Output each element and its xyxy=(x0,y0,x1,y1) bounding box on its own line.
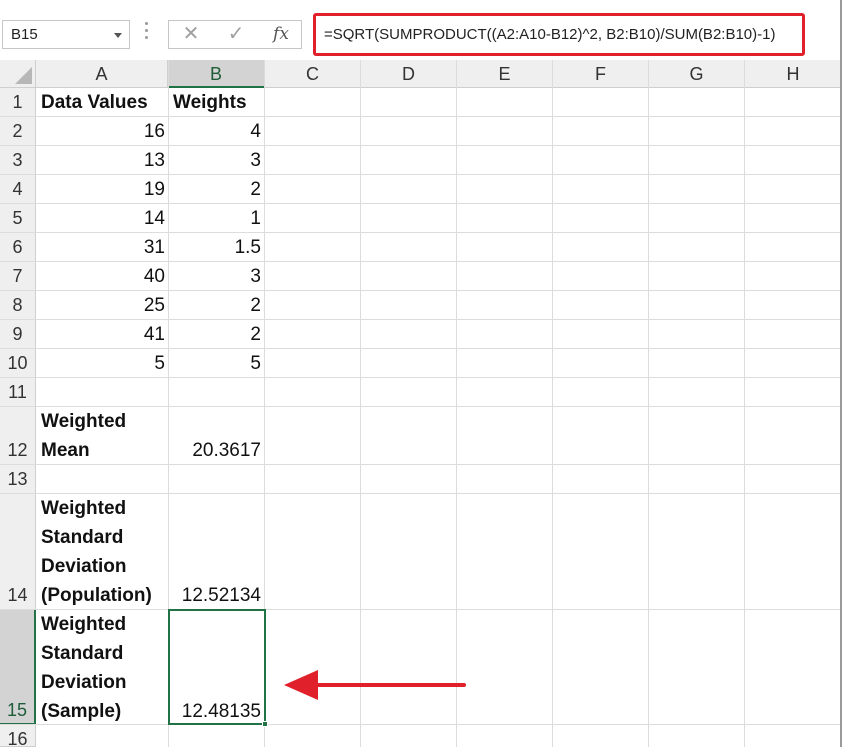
name-box[interactable]: B15 xyxy=(2,20,130,49)
title-strip xyxy=(0,0,842,6)
row-header-7[interactable]: 7 xyxy=(0,262,36,291)
row-header-4[interactable]: 4 xyxy=(0,175,36,204)
column-header-e[interactable]: E xyxy=(457,60,553,88)
cell-a15-line4[interactable]: (Sample) xyxy=(41,697,121,726)
cell-a15-line3[interactable]: Deviation xyxy=(41,668,127,697)
select-all-button[interactable] xyxy=(0,60,36,88)
cell-a6[interactable]: 31 xyxy=(40,233,165,262)
worksheet-grid[interactable]: A B C D E F G H 1 2 3 4 5 6 7 8 9 10 11 … xyxy=(0,60,842,747)
row-header-2[interactable]: 2 xyxy=(0,117,36,146)
row-header-12[interactable]: 12 xyxy=(0,407,36,465)
fill-handle[interactable] xyxy=(262,721,268,727)
cell-b4[interactable]: 2 xyxy=(170,175,261,204)
column-header-b[interactable]: B xyxy=(168,60,265,88)
cell-a15-line2[interactable]: Standard xyxy=(41,639,123,668)
formula-buttons: ✕ ✓ fx xyxy=(168,20,302,49)
chevron-down-icon[interactable] xyxy=(114,33,122,38)
name-box-value: B15 xyxy=(11,26,38,43)
row-header-9[interactable]: 9 xyxy=(0,320,36,349)
column-header-g[interactable]: G xyxy=(649,60,745,88)
cell-b8[interactable]: 2 xyxy=(170,291,261,320)
cell-a1[interactable]: Data Values xyxy=(41,88,148,117)
row-header-5[interactable]: 5 xyxy=(0,204,36,233)
cell-a9[interactable]: 41 xyxy=(40,320,165,349)
row-header-15[interactable]: 15 xyxy=(0,610,36,725)
cell-b2[interactable]: 4 xyxy=(170,117,261,146)
select-all-icon xyxy=(15,67,32,84)
cell-b7[interactable]: 3 xyxy=(170,262,261,291)
check-icon[interactable]: ✓ xyxy=(216,21,256,48)
column-header-f[interactable]: F xyxy=(553,60,649,88)
cell-a2[interactable]: 16 xyxy=(40,117,165,146)
row-header-11[interactable]: 11 xyxy=(0,378,36,407)
column-header-a[interactable]: A xyxy=(36,60,168,88)
cell-a4[interactable]: 19 xyxy=(40,175,165,204)
cell-a7[interactable]: 40 xyxy=(40,262,165,291)
grip-icon[interactable] xyxy=(145,22,149,46)
cell-a12-line2[interactable]: Mean xyxy=(41,436,90,465)
cell-b3[interactable]: 3 xyxy=(170,146,261,175)
insert-function-icon[interactable]: fx xyxy=(261,21,301,48)
cell-b14[interactable]: 12.52134 xyxy=(170,581,261,610)
cell-a14-line1[interactable]: Weighted xyxy=(41,494,126,523)
cancel-icon[interactable]: ✕ xyxy=(171,21,211,48)
row-header-3[interactable]: 3 xyxy=(0,146,36,175)
cell-a14-line4[interactable]: (Population) xyxy=(41,581,152,610)
row-header-1[interactable]: 1 xyxy=(0,88,36,117)
cell-a3[interactable]: 13 xyxy=(40,146,165,175)
cell-b9[interactable]: 2 xyxy=(170,320,261,349)
column-header-c[interactable]: C xyxy=(265,60,361,88)
active-cell-selection[interactable] xyxy=(168,609,268,727)
cell-b12[interactable]: 20.3617 xyxy=(170,436,261,465)
cell-b1[interactable]: Weights xyxy=(173,88,247,117)
row-header-13[interactable]: 13 xyxy=(0,465,36,494)
column-header-h[interactable]: H xyxy=(745,60,842,88)
cell-a14-line2[interactable]: Standard xyxy=(41,523,123,552)
cell-b10[interactable]: 5 xyxy=(170,349,261,378)
row-header-14[interactable]: 14 xyxy=(0,494,36,610)
arrow-left-icon xyxy=(284,670,466,700)
cell-a15-line1[interactable]: Weighted xyxy=(41,610,126,639)
row-header-10[interactable]: 10 xyxy=(0,349,36,378)
cell-a14-line3[interactable]: Deviation xyxy=(41,552,127,581)
row-header-16[interactable]: 16 xyxy=(0,725,36,747)
cell-a8[interactable]: 25 xyxy=(40,291,165,320)
cell-a10[interactable]: 5 xyxy=(40,349,165,378)
cell-a12-line1[interactable]: Weighted xyxy=(41,407,126,436)
formula-text: =SQRT(SUMPRODUCT((A2:A10-B12)^2, B2:B10)… xyxy=(324,26,776,43)
row-header-6[interactable]: 6 xyxy=(0,233,36,262)
cell-b5[interactable]: 1 xyxy=(170,204,261,233)
cell-b6[interactable]: 1.5 xyxy=(170,233,261,262)
formula-input[interactable]: =SQRT(SUMPRODUCT((A2:A10-B12)^2, B2:B10)… xyxy=(313,13,805,56)
row-header-8[interactable]: 8 xyxy=(0,291,36,320)
cell-a5[interactable]: 14 xyxy=(40,204,165,233)
column-header-d[interactable]: D xyxy=(361,60,457,88)
formula-bar-row: B15 ✕ ✓ fx =SQRT(SUMPRODUCT((A2:A10-B12)… xyxy=(0,8,842,60)
